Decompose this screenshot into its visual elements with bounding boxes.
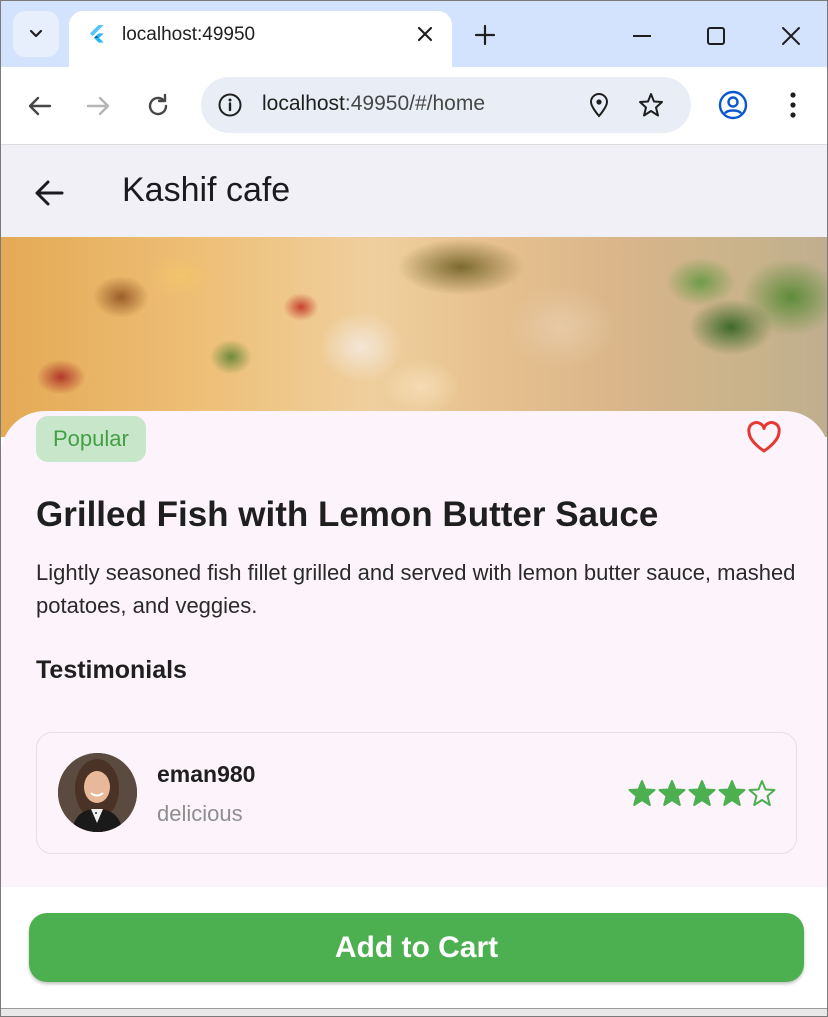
review-comment: delicious <box>157 801 243 826</box>
address-bar[interactable]: localhost:49950/#/home <box>201 77 691 133</box>
app-title: Kashif cafe <box>122 171 291 209</box>
back-arrow-icon[interactable] <box>31 175 67 211</box>
dish-title: Grilled Fish with Lemon Butter Sauce <box>36 495 659 534</box>
profile-icon[interactable] <box>717 89 749 121</box>
avatar-photo <box>58 753 137 832</box>
app-bar: Kashif cafe <box>1 145 827 237</box>
reviewer-name: eman980 <box>157 761 256 787</box>
dish-detail-sheet: Popular Grilled Fish with Lemon Butter S… <box>1 411 827 887</box>
heart-icon[interactable] <box>745 419 783 457</box>
testimonial-card: eman980 delicious <box>36 732 797 854</box>
popular-badge: Popular <box>36 416 146 462</box>
bookmark-star-icon[interactable] <box>637 91 665 119</box>
url-path: :49950/#/home <box>344 92 485 115</box>
add-to-cart-button[interactable]: Add to Cart <box>29 913 804 982</box>
star-filled-icon <box>688 780 716 806</box>
avatar <box>58 753 137 832</box>
testimonials-heading: Testimonials <box>36 656 187 684</box>
chevron-down-icon <box>29 29 43 38</box>
new-tab-icon[interactable] <box>471 21 499 49</box>
browser-tab[interactable]: localhost:49950 <box>69 11 452 67</box>
more-menu-icon[interactable] <box>779 89 807 121</box>
tab-search-button[interactable] <box>13 11 59 57</box>
tab-title: localhost:49950 <box>122 24 256 45</box>
close-icon[interactable] <box>414 23 436 45</box>
star-filled-icon <box>718 780 746 806</box>
browser-window: localhost:49950 localhost:49950/#/home K… <box>0 0 828 1017</box>
url-host: localhost <box>262 92 345 115</box>
maximize-icon[interactable] <box>701 21 731 51</box>
back-icon[interactable] <box>25 91 55 121</box>
location-pin-icon[interactable] <box>585 91 613 119</box>
url-text[interactable]: localhost:49950/#/home <box>262 92 485 116</box>
window-bottom-edge <box>1 1008 827 1016</box>
star-filled-icon <box>628 780 656 806</box>
reload-icon[interactable] <box>143 91 173 121</box>
flutter-icon <box>90 25 104 43</box>
bottom-bar: Add to Cart <box>1 887 827 1009</box>
star-outline-icon <box>748 780 776 806</box>
dish-image <box>1 237 827 437</box>
browser-toolbar: localhost:49950/#/home <box>1 67 827 145</box>
minimize-icon[interactable] <box>627 21 657 51</box>
window-close-icon[interactable] <box>776 21 806 51</box>
star-filled-icon <box>658 780 686 806</box>
forward-icon[interactable] <box>83 91 113 121</box>
dish-description: Lightly seasoned fish fillet grilled and… <box>36 560 796 618</box>
rating-stars <box>627 779 777 807</box>
site-info-icon[interactable] <box>217 92 243 118</box>
tab-strip: localhost:49950 <box>1 1 827 67</box>
